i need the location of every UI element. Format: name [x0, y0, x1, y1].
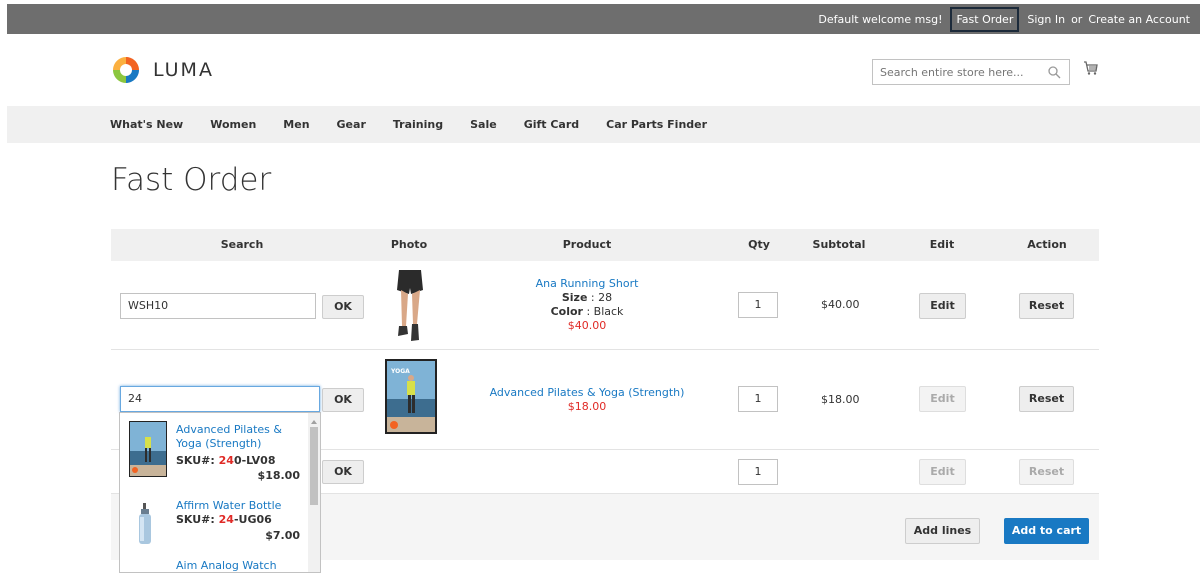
- sign-in-link[interactable]: Sign In: [1027, 13, 1065, 26]
- autocomplete-item[interactable]: Affirm Water Bottle SKU#: 24-UG06 $7.00: [120, 499, 308, 549]
- autocomplete-dropdown: Advanced Pilates & Yoga (Strength) SKU#:…: [119, 412, 321, 573]
- autocomplete-item[interactable]: Advanced Pilates & Yoga (Strength) SKU#:…: [120, 421, 308, 491]
- header-qty: Qty: [748, 238, 770, 251]
- product-photo[interactable]: YOGA: [385, 359, 437, 434]
- nav-item-car-parts-finder[interactable]: Car Parts Finder: [606, 118, 707, 131]
- autocomplete-item-sku: SKU#: 240-LV08: [176, 454, 276, 467]
- edit-button[interactable]: Edit: [919, 386, 966, 412]
- product-info: Ana Running Short Size : 28 Color : Blac…: [445, 277, 729, 333]
- color-label: Color: [550, 305, 583, 318]
- welcome-message: Default welcome msg!: [818, 12, 943, 26]
- scrollbar-thumb[interactable]: [310, 427, 318, 505]
- add-to-cart-button[interactable]: Add to cart: [1004, 518, 1089, 544]
- nav-item-sale[interactable]: Sale: [470, 118, 497, 131]
- fast-order-link[interactable]: Fast Order: [950, 6, 1020, 32]
- autocomplete-item-name[interactable]: Aim Analog Watch: [176, 559, 296, 572]
- search-input[interactable]: [873, 60, 1043, 84]
- qty-input[interactable]: 1: [738, 292, 778, 318]
- row-subtotal: $18.00: [821, 393, 860, 406]
- svg-text:YOGA: YOGA: [390, 368, 410, 375]
- autocomplete-item-name[interactable]: Advanced Pilates & Yoga (Strength): [176, 423, 296, 451]
- luma-logo[interactable]: LUMA: [111, 55, 214, 85]
- product-price: $40.00: [567, 319, 607, 332]
- edit-button[interactable]: Edit: [919, 293, 966, 319]
- header-subtotal: Subtotal: [812, 238, 866, 251]
- nav-item-women[interactable]: Women: [210, 118, 256, 131]
- autocomplete-item-name[interactable]: Affirm Water Bottle: [176, 499, 296, 513]
- page-title: Fast Order: [111, 162, 272, 198]
- nav-item-gear[interactable]: Gear: [337, 118, 366, 131]
- main-navigation: What's New Women Men Gear Training Sale …: [7, 106, 1200, 143]
- autocomplete-item-price: $7.00: [265, 529, 300, 542]
- header-edit: Edit: [929, 238, 955, 251]
- product-photo[interactable]: [393, 268, 427, 344]
- ok-button[interactable]: OK: [322, 460, 364, 484]
- product-name-link[interactable]: Advanced Pilates & Yoga (Strength): [445, 386, 729, 400]
- search-icon[interactable]: [1047, 64, 1061, 83]
- autocomplete-item[interactable]: Aim Analog Watch: [120, 559, 308, 572]
- fast-order-table: Search Photo Product Qty Subtotal Edit A…: [111, 229, 1099, 494]
- header-action: Action: [1027, 238, 1067, 251]
- header-links: Default welcome msg! Fast Order Sign In …: [812, 4, 1190, 34]
- table-header: Search Photo Product Qty Subtotal Edit A…: [111, 229, 1099, 261]
- cart-icon[interactable]: [1083, 60, 1099, 80]
- product-info: Advanced Pilates & Yoga (Strength) $18.0…: [445, 386, 729, 414]
- or-text: or: [1071, 12, 1083, 26]
- edit-button[interactable]: Edit: [919, 459, 966, 485]
- logo-text: LUMA: [153, 59, 214, 81]
- reset-button[interactable]: Reset: [1019, 386, 1074, 412]
- luma-logo-icon: [111, 55, 141, 85]
- product-thumbnail: [129, 421, 167, 477]
- table-row: WSH10 OK Ana Running Short Size : 28 Col…: [111, 261, 1099, 350]
- dropdown-scrollbar[interactable]: [308, 413, 320, 572]
- autocomplete-item-sku: SKU#: 24-UG06: [176, 513, 272, 526]
- header-product: Product: [562, 238, 612, 251]
- qty-input[interactable]: 1: [738, 386, 778, 412]
- product-name-link[interactable]: Ana Running Short: [445, 277, 729, 291]
- nav-item-whats-new[interactable]: What's New: [110, 118, 183, 131]
- search-sku-input[interactable]: WSH10: [120, 293, 316, 319]
- size-value: : 28: [587, 291, 613, 304]
- nav-item-gift-card[interactable]: Gift Card: [524, 118, 579, 131]
- search-sku-input[interactable]: 24: [120, 386, 320, 412]
- nav-item-men[interactable]: Men: [283, 118, 309, 131]
- store-search[interactable]: [872, 59, 1070, 85]
- product-thumbnail: [136, 503, 156, 545]
- reset-button[interactable]: Reset: [1019, 459, 1074, 485]
- reset-button[interactable]: Reset: [1019, 293, 1074, 319]
- add-lines-button[interactable]: Add lines: [905, 518, 980, 544]
- nav-item-training[interactable]: Training: [393, 118, 443, 131]
- color-value: : Black: [582, 305, 624, 318]
- product-price: $18.00: [567, 400, 607, 413]
- header-search: Search: [220, 238, 264, 251]
- top-header-bar: Default welcome msg! Fast Order Sign In …: [7, 4, 1200, 34]
- qty-input[interactable]: 1: [738, 459, 778, 485]
- create-account-link[interactable]: Create an Account: [1088, 13, 1190, 26]
- row-subtotal: $40.00: [821, 298, 860, 311]
- autocomplete-item-price: $18.00: [257, 469, 300, 482]
- header-photo: Photo: [390, 238, 428, 251]
- ok-button[interactable]: OK: [322, 388, 364, 412]
- size-label: Size: [561, 291, 588, 304]
- ok-button[interactable]: OK: [322, 295, 364, 319]
